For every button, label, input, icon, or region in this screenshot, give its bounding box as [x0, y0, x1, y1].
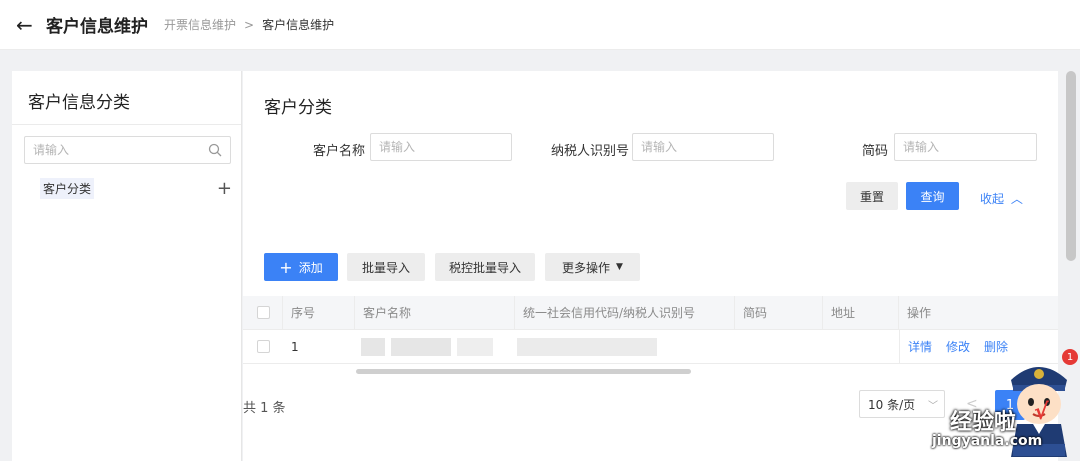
notification-badge: 1 [1062, 349, 1078, 365]
sidebar-title: 客户信息分类 [12, 71, 241, 125]
page-size-select[interactable]: 10 条/页 ﹀ [859, 390, 945, 418]
reset-button[interactable]: 重置 [846, 182, 898, 210]
header-checkbox-cell [243, 296, 283, 329]
col-actions: 操作 [907, 306, 932, 320]
query-button[interactable]: 查询 [906, 182, 959, 210]
add-button-label: 添加 [298, 260, 323, 275]
category-sidebar: 客户信息分类 客户分类 + [12, 71, 242, 461]
plus-icon: + [279, 257, 293, 277]
section-title: 客户分类 [264, 98, 332, 118]
edit-link[interactable]: 修改 [946, 338, 970, 355]
row-customer-name-redacted [355, 330, 515, 363]
table-row: 1 详情 修改 删除 [243, 330, 1058, 364]
category-tree: 客户分类 + [40, 178, 232, 199]
breadcrumb-separator: > [244, 17, 255, 32]
watermark-check: √ [1034, 400, 1049, 425]
row-index: 1 [291, 339, 299, 354]
sidebar-search [24, 136, 231, 164]
tree-node-customer-category[interactable]: 客户分类 [40, 178, 95, 199]
col-index: 序号 [283, 296, 355, 329]
collapse-link[interactable]: 收起 ︿ [980, 190, 1023, 207]
select-all-checkbox[interactable] [257, 306, 270, 319]
taxpayer-id-input[interactable] [632, 133, 774, 161]
taxpayer-id-label: 纳税人识别号 [551, 144, 630, 159]
chevron-up-icon: ︿ [1010, 192, 1023, 206]
breadcrumb: 开票信息维护 > 客户信息维护 [164, 16, 334, 33]
collapse-label: 收起 [980, 192, 1005, 206]
short-code-label: 简码 [862, 144, 889, 159]
short-code-input[interactable] [894, 133, 1037, 161]
customer-name-input[interactable] [370, 133, 512, 161]
customer-table: 序号 客户名称 统一社会信用代码/纳税人识别号 简码 地址 操作 1 详情 修改 [243, 296, 1058, 364]
more-actions-button[interactable]: 更多操作 ▼ [545, 253, 640, 281]
row-address [823, 330, 899, 363]
top-bar: ← 客户信息维护 开票信息维护 > 客户信息维护 [0, 0, 1080, 50]
col-credit-code: 统一社会信用代码/纳税人识别号 [515, 296, 735, 329]
chevron-down-icon: ﹀ [928, 400, 938, 412]
add-button[interactable]: + 添加 [264, 253, 338, 281]
breadcrumb-item-current: 客户信息维护 [262, 18, 335, 32]
watermark-url: jingyanla.com [932, 433, 1043, 449]
breadcrumb-item-invoice[interactable]: 开票信息维护 [164, 16, 236, 33]
vertical-scrollbar[interactable] [1066, 71, 1076, 261]
page-title: 客户信息维护 [46, 17, 148, 37]
col-address: 地址 [823, 296, 899, 329]
more-actions-label: 更多操作 [562, 260, 611, 275]
row-checkbox-cell [243, 330, 283, 363]
arrow-left-icon[interactable]: ← [16, 13, 38, 37]
row-checkbox[interactable] [257, 340, 270, 353]
page-size-value: 10 条/页 [868, 397, 916, 412]
row-credit-code-redacted [515, 330, 735, 363]
search-icon[interactable] [208, 143, 222, 157]
watermark-logo: 经验啦 [950, 410, 1017, 435]
table-header: 序号 客户名称 统一社会信用代码/纳税人识别号 简码 地址 操作 [243, 296, 1058, 330]
customer-name-label: 客户名称 [313, 144, 366, 159]
caret-down-icon: ▼ [616, 262, 623, 272]
main-panel: 客户分类 客户名称 纳税人识别号 简码 重置 查询 收起 ︿ + 添加 批量导入… [243, 71, 1058, 461]
tax-batch-import-button[interactable]: 税控批量导入 [435, 253, 535, 281]
col-short-code: 简码 [735, 296, 823, 329]
sidebar-search-input[interactable] [33, 143, 201, 157]
batch-import-button[interactable]: 批量导入 [347, 253, 425, 281]
add-category-icon[interactable]: + [217, 178, 232, 199]
col-customer-name: 客户名称 [355, 296, 515, 329]
total-count: 共 1 条 [243, 401, 286, 416]
horizontal-scrollbar[interactable] [356, 369, 691, 374]
row-short-code [735, 330, 823, 363]
detail-link[interactable]: 详情 [908, 338, 932, 355]
